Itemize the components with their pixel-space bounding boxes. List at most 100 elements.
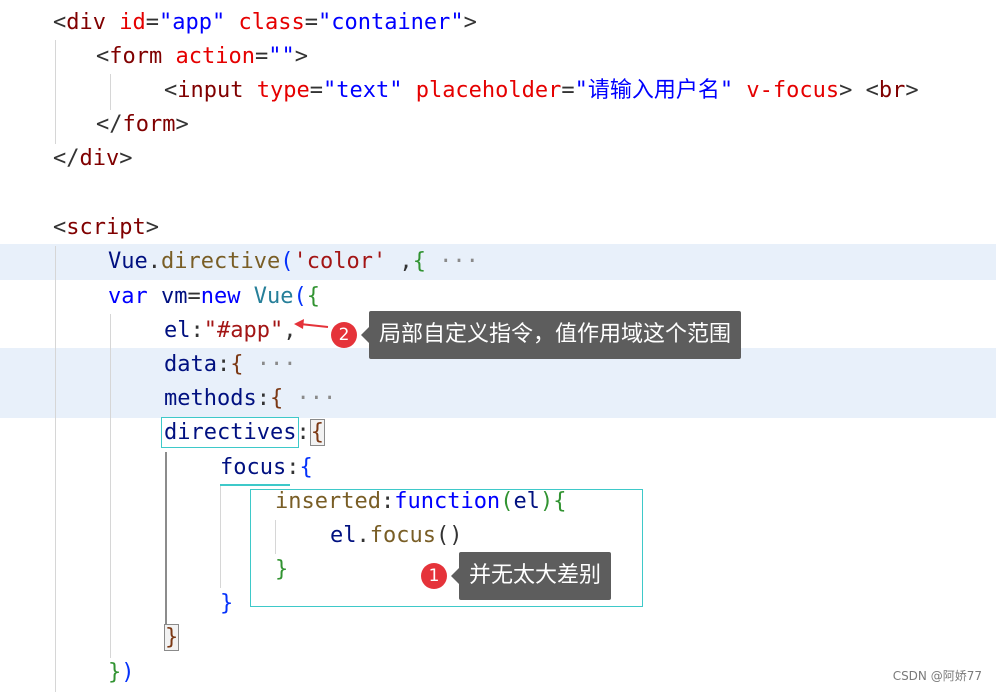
code-token: <	[96, 44, 110, 69]
code-token: <	[852, 78, 879, 103]
code-token: (	[280, 249, 294, 274]
code-line-6[interactable]: <script>	[53, 211, 159, 245]
code-token: inserted	[275, 489, 381, 514]
active-indent-guide	[165, 452, 167, 624]
code-token: }	[275, 557, 289, 582]
code-token: directive	[161, 249, 281, 274]
code-line-15[interactable]: el.focus()	[330, 519, 462, 553]
code-line-8[interactable]: var vm=new Vue({	[108, 280, 320, 314]
code-token: =	[561, 78, 575, 103]
code-line-16[interactable]: }	[275, 553, 288, 587]
code-token: :	[216, 352, 231, 377]
code-token: class	[225, 10, 305, 35]
code-line-7[interactable]: Vue.directive('color' ,{ ···	[108, 245, 479, 279]
indent-guide	[110, 314, 111, 658]
code-line-13[interactable]: focus:{	[220, 451, 313, 485]
code-token: :	[256, 386, 270, 411]
code-line-5[interactable]: </div>	[53, 142, 133, 176]
code-editor[interactable]: <div id="app" class="container"> <form a…	[0, 0, 996, 692]
code-token: "#app"	[203, 318, 284, 343]
matched-bracket: {	[309, 419, 325, 446]
code-token: (	[293, 284, 307, 309]
code-token: >	[175, 112, 189, 137]
code-token: form	[122, 112, 176, 137]
directives-key: directives	[160, 417, 300, 448]
watermark: CSDN @阿娇77	[892, 669, 982, 683]
code-token: }	[220, 591, 234, 616]
code-line-1[interactable]: <div id="app" class="container">	[53, 6, 477, 40]
code-token: >	[839, 78, 853, 103]
code-token: =	[254, 44, 269, 69]
code-token: div	[79, 146, 120, 171]
code-token: var	[108, 284, 148, 309]
code-token: >	[905, 78, 919, 103]
code-token: placeholder	[402, 78, 562, 103]
code-token: {	[269, 386, 284, 411]
fold-ellipsis-icon: ···	[425, 249, 479, 274]
code-token: (	[500, 489, 514, 514]
code-token: >	[294, 44, 308, 69]
annotation-2-text: 局部自定义指令，值作用域这个范围	[360, 311, 742, 359]
code-token: >	[119, 146, 133, 171]
matched-bracket: }	[164, 624, 180, 651]
code-token: :	[190, 318, 204, 343]
indent-guide	[220, 486, 221, 588]
code-line-18[interactable]: }	[164, 621, 180, 655]
code-line-3[interactable]: <input type="text" placeholder="请输入用户名" …	[164, 74, 919, 108]
code-token: type	[243, 78, 310, 103]
code-token: >	[463, 10, 477, 35]
annotation-1-text: 并无太大差别	[450, 552, 612, 600]
indent-guide	[55, 40, 56, 144]
code-token: :	[380, 489, 395, 514]
code-token: )	[121, 660, 135, 685]
fold-ellipsis-icon: ···	[243, 352, 297, 377]
code-token: data	[164, 352, 217, 377]
code-line-4[interactable]: </form>	[96, 108, 189, 142]
arrow-icon	[294, 319, 329, 329]
code-token: ()	[435, 523, 463, 548]
code-token: input	[177, 78, 244, 103]
code-token: {	[299, 455, 313, 480]
code-token: {	[553, 489, 567, 514]
code-token: vm	[147, 284, 188, 309]
code-token: <	[53, 10, 67, 35]
code-line-10[interactable]: data:{ ···	[164, 348, 296, 382]
code-token: )	[539, 489, 554, 514]
code-token: "container"	[317, 10, 464, 35]
code-token: {	[412, 249, 426, 274]
code-token: focus	[220, 455, 287, 480]
code-line-17[interactable]: }	[220, 587, 233, 621]
code-token: el	[164, 318, 191, 343]
code-token: methods	[164, 386, 257, 411]
code-token: =	[145, 10, 159, 35]
code-line-12[interactable]: directives:{	[160, 416, 325, 450]
code-token: function	[394, 489, 501, 514]
code-token: el	[513, 489, 540, 514]
code-token: ""	[268, 44, 295, 69]
code-token: =	[304, 10, 318, 35]
code-token: </	[96, 112, 123, 137]
indent-guide	[110, 74, 111, 110]
code-token: div	[66, 10, 106, 35]
annotation-1: 1 并无太大差别	[421, 552, 612, 600]
code-line-19[interactable]: })	[108, 656, 135, 690]
code-token: >	[145, 215, 159, 240]
code-token: focus	[369, 523, 436, 548]
code-token: 'color'	[293, 249, 387, 274]
code-token: <	[164, 78, 178, 103]
code-line-9[interactable]: el:"#app",	[164, 314, 296, 348]
code-line-14[interactable]: inserted:function(el){	[275, 485, 566, 519]
code-token: =	[187, 284, 201, 309]
code-token: v-focus	[733, 78, 840, 103]
code-line-11[interactable]: methods:{ ···	[164, 382, 336, 416]
code-token: Vue	[108, 249, 148, 274]
code-token: new	[200, 284, 241, 309]
code-token: :	[296, 420, 310, 445]
code-token: "请输入用户名"	[574, 78, 734, 103]
code-line-2[interactable]: <form action="">	[96, 40, 308, 74]
code-token: =	[309, 78, 323, 103]
fold-ellipsis-icon: ···	[283, 386, 337, 411]
code-token: .	[356, 523, 370, 548]
code-token: </	[53, 146, 80, 171]
code-token: {	[306, 284, 320, 309]
